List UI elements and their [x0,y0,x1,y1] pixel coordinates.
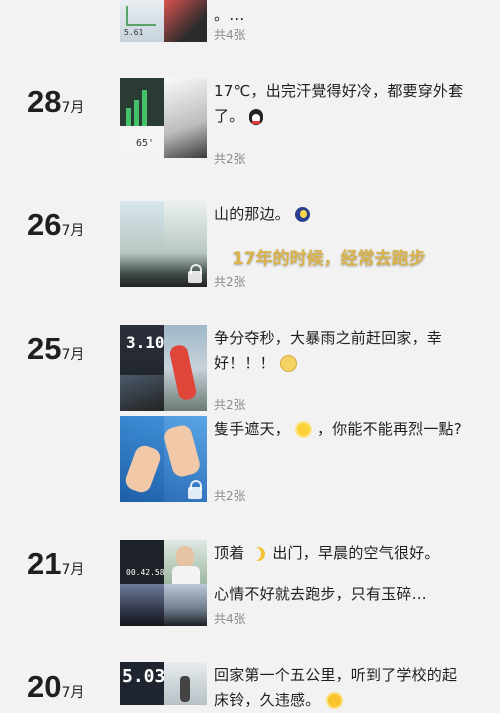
photo-count: 共4张 [214,612,246,626]
date-day: 25 [27,331,62,366]
post-text-content-cont: 出门，早晨的空气很好。 [272,544,440,562]
thumb-label: 65' [136,138,155,149]
post-text-content: 争分夺秒，大暴雨之前赶回家，幸好！！！ [214,329,443,372]
date-day: 26 [27,207,62,242]
photo-thumbnail[interactable] [164,540,207,584]
date-label: 217月 [27,546,84,582]
photo-thumbnail[interactable]: 5.03 [120,662,164,705]
post-text[interactable]: 山的那边。 [214,202,310,227]
dizzy-face-emoji-icon [279,355,297,372]
thumb-label: 3.10 [126,333,164,352]
lock-icon [188,264,202,283]
photo-thumbnail[interactable]: 65' [120,78,164,158]
photo-count: 共2张 [214,152,246,166]
date-day: 28 [27,84,62,119]
date-day: 21 [27,546,62,581]
post-text[interactable]: 回家第一个五公里，听到了学校的起床铃，久违感。 [214,663,466,713]
post-text-content-cont: ，你能不能再烈一點? [316,420,462,438]
date-day: 20 [27,669,62,704]
date-label: 267月 [27,207,84,243]
photo-count: 共2张 [214,398,246,412]
thumb-label: 5.61 [124,28,144,37]
date-month: 7月 [61,562,85,578]
photo-thumbnail[interactable] [164,416,207,502]
post-text[interactable]: 。… [214,3,244,28]
photo-thumbnail[interactable] [120,416,164,502]
date-month: 7月 [61,100,85,116]
post-text-content: 隻手遮天， [214,420,291,438]
photo-thumbnail[interactable] [164,201,207,287]
post-text-line2: 心情不好就去跑步，只有玉碎… [214,585,427,603]
photo-thumbnail[interactable] [164,584,207,626]
photo-thumbnail[interactable] [164,325,207,411]
photo-thumbnail[interactable] [120,584,164,626]
post-text[interactable]: 17℃，出完汗覺得好冷，都要穿外套了。 [214,79,464,129]
photo-thumbnail[interactable]: 3.10 [120,325,164,411]
lock-icon [188,480,202,499]
sun-emoji-icon [296,423,310,436]
penguin-emoji-icon [249,108,264,125]
photo-thumbnail[interactable] [120,201,164,287]
photo-thumbnail[interactable]: 5.61 [120,0,164,42]
moon-emoji-icon [294,207,310,222]
post-text-content: 顶着 [214,544,245,562]
post-text-content: 山的那边。 [214,205,291,223]
photo-count: 共2张 [214,275,246,289]
photo-thumbnail[interactable] [164,0,207,42]
overlay-caption: 17年的时候，经常去跑步 [232,249,426,269]
post-text[interactable]: 争分夺秒，大暴雨之前赶回家，幸好！！！ [214,326,466,376]
photo-thumbnail[interactable]: 00.42.58 [120,540,164,584]
date-label: 257月 [27,331,84,367]
date-label: 287月 [27,84,84,120]
sun-face-emoji-icon [328,694,342,707]
date-month: 7月 [61,685,85,701]
date-month: 7月 [61,347,85,363]
photo-count: 共4张 [214,28,246,42]
crescent-moon-emoji-icon [251,547,265,561]
photo-thumbnail[interactable] [164,78,207,158]
photo-thumbnail[interactable] [164,662,207,705]
date-month: 7月 [61,223,85,239]
post-text[interactable]: 顶着 出门，早晨的空气很好。 [214,541,466,566]
thumb-label: 00.42.58 [126,568,164,577]
photo-count: 共2张 [214,489,246,503]
date-label: 207月 [27,669,84,705]
post-text[interactable]: 隻手遮天， ，你能不能再烈一點? [214,417,466,442]
thumb-label: 5.03 [122,666,164,687]
